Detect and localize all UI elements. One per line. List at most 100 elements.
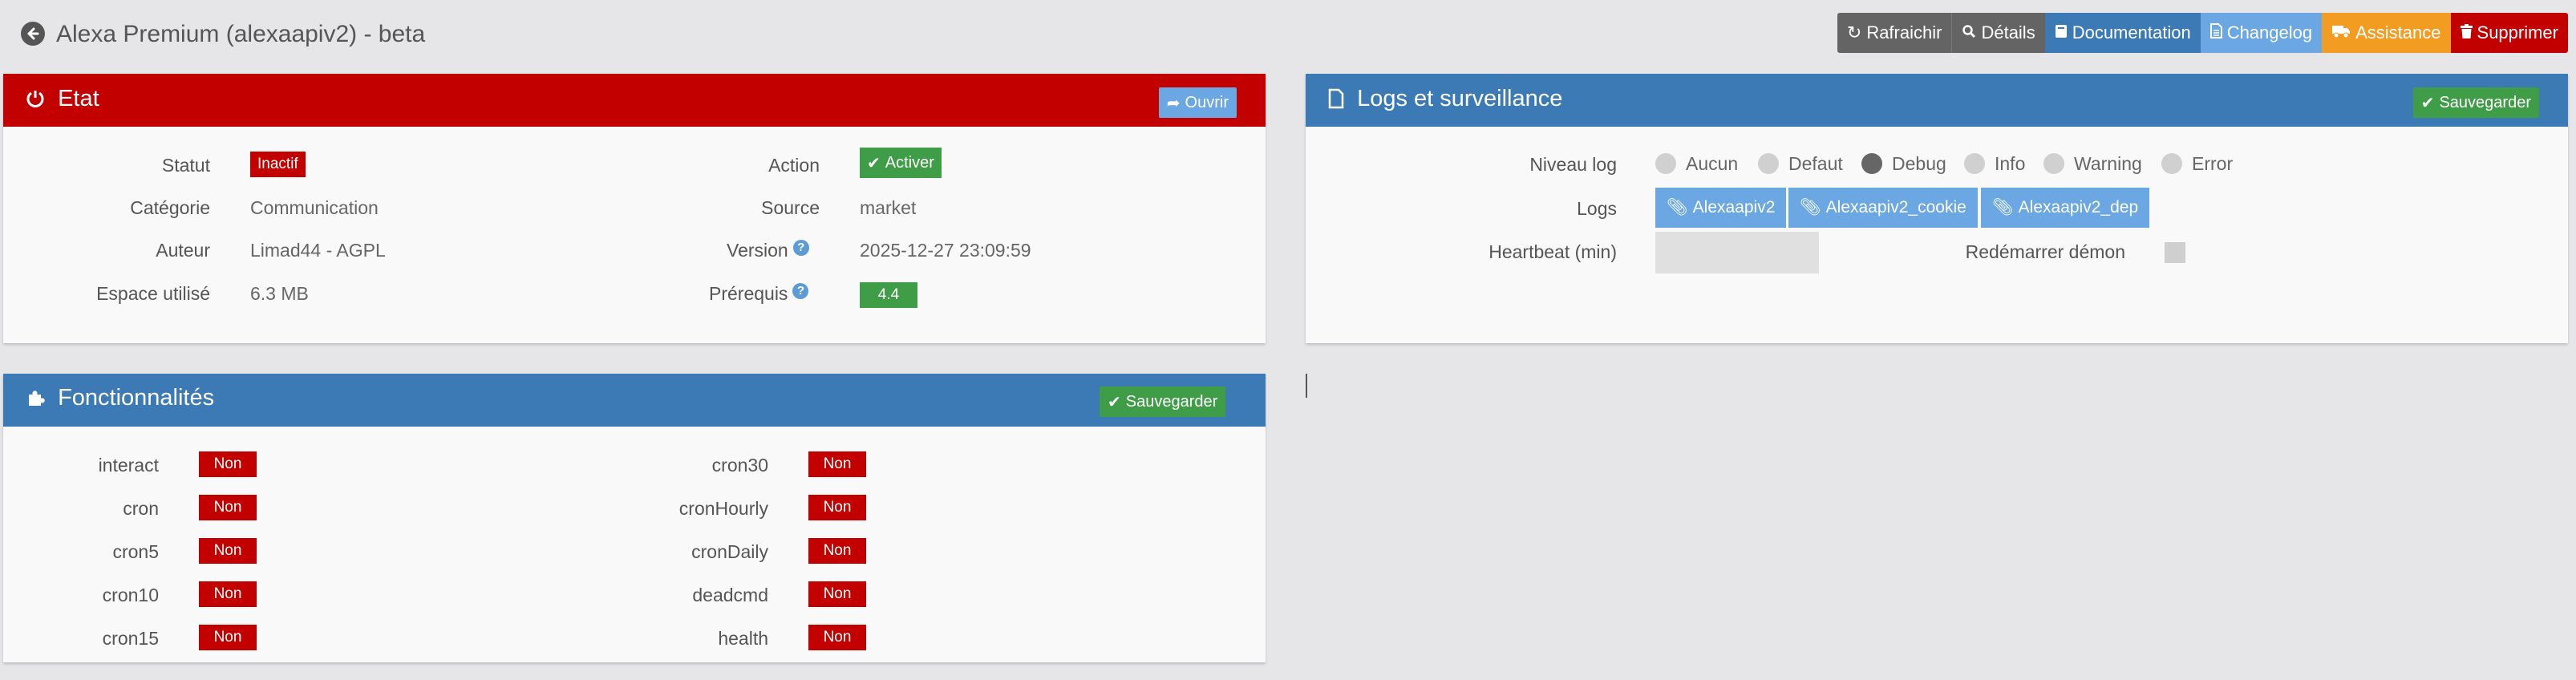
documentation-label: Documentation: [2072, 22, 2191, 42]
changelog-button[interactable]: Changelog: [2200, 13, 2323, 53]
delete-button[interactable]: Supprimer: [2450, 13, 2568, 53]
share-icon: ➦: [1166, 94, 1181, 112]
puzzle-icon: [26, 385, 51, 411]
text-cursor: [1306, 374, 1307, 398]
feature-label: cron5: [112, 541, 159, 562]
refresh-button[interactable]: ↻ Rafraichir: [1837, 13, 1952, 53]
heartbeat-input[interactable]: [1655, 232, 1819, 273]
paperclip-icon: 📎︎: [1800, 198, 1821, 217]
log-file-label: Alexaapiv2_dep: [2018, 198, 2139, 217]
radio-label: Warning: [2074, 152, 2142, 174]
fonctionnalites-title: Fonctionnalités: [26, 385, 214, 411]
assistance-button[interactable]: Assistance: [2322, 13, 2451, 53]
trash-icon: [2460, 22, 2473, 43]
feature-toggle[interactable]: Non: [808, 451, 866, 477]
radio-dot: [2161, 153, 2182, 174]
details-button[interactable]: Détails: [1951, 13, 2045, 53]
refresh-label: Rafraichir: [1866, 22, 1942, 42]
restart-daemon-label: Redémarrer démon: [1965, 241, 2125, 262]
categorie-label: Catégorie: [130, 197, 210, 218]
feature-toggle[interactable]: Non: [199, 495, 257, 520]
feature-toggle[interactable]: Non: [199, 451, 257, 477]
feature-toggle[interactable]: Non: [808, 581, 866, 607]
page-title: Alexa Premium (alexaapiv2) - beta: [56, 21, 426, 47]
auteur-value: Limad44 - AGPL: [250, 240, 386, 261]
etat-title: Etat: [26, 86, 99, 112]
log-file-label: Alexaapiv2: [1692, 198, 1776, 217]
open-button[interactable]: ➦ Ouvrir: [1158, 87, 1237, 118]
feature-label: health: [718, 628, 768, 649]
log-file-button[interactable]: 📎︎ Alexaapiv2_cookie: [1788, 188, 1978, 228]
radio-dot: [2043, 153, 2064, 174]
radio-label: Aucun: [1686, 152, 1739, 174]
feature-label: deadcmd: [692, 585, 768, 605]
fonctions-save-button[interactable]: ✔ Sauvegarder: [1100, 387, 1226, 417]
paperclip-icon: 📎︎: [1667, 198, 1688, 217]
page-header: Alexa Premium (alexaapiv2) - beta ↻ Rafr…: [0, 0, 2576, 71]
feature-toggle[interactable]: Non: [199, 625, 257, 650]
feature-label: cronHourly: [678, 498, 768, 519]
feature-label: interact: [98, 455, 159, 476]
version-label-text: Version: [727, 240, 788, 261]
radio-debug[interactable]: Debug: [1861, 151, 1946, 176]
action-label: Action: [768, 155, 820, 176]
feature-label: cronDaily: [691, 541, 768, 562]
fonctionnalites-title-label: Fonctionnalités: [58, 385, 215, 411]
power-icon: [26, 86, 51, 111]
details-label: Détails: [1981, 22, 2035, 42]
radio-aucun[interactable]: Aucun: [1655, 151, 1738, 176]
truck-icon: [2331, 22, 2351, 43]
fonctionnalites-panel-header: Fonctionnalités ✔ Sauvegarder: [3, 374, 1266, 427]
niveau-log-label: Niveau log: [1529, 154, 1617, 175]
radio-error[interactable]: Error: [2161, 151, 2233, 176]
radio-defaut[interactable]: Defaut: [1758, 151, 1843, 176]
feature-toggle[interactable]: Non: [808, 538, 866, 564]
prerequis-label: Prérequis?: [709, 283, 809, 305]
radio-label: Defaut: [1788, 152, 1843, 174]
log-file-button[interactable]: 📎︎ Alexaapiv2_dep: [1981, 188, 2150, 228]
open-label: Ouvrir: [1185, 93, 1229, 111]
statut-label: Statut: [161, 155, 210, 176]
activate-label: Activer: [885, 153, 934, 172]
statut-badge: Inactif: [250, 152, 306, 177]
auteur-label: Auteur: [156, 240, 210, 261]
feature-toggle[interactable]: Non: [199, 581, 257, 607]
espace-label: Espace utilisé: [96, 283, 210, 304]
radio-dot-selected: [1861, 153, 1882, 174]
espace-value: 6.3 MB: [250, 283, 309, 304]
feature-label: cron10: [102, 585, 159, 605]
documentation-button[interactable]: Documentation: [2044, 13, 2201, 53]
etat-panel-header: Etat ➦ Ouvrir: [3, 74, 1266, 127]
logs-title-label: Logs et surveillance: [1357, 86, 1563, 111]
changelog-label: Changelog: [2226, 22, 2313, 42]
radio-dot: [1655, 153, 1676, 174]
check-icon: ✔: [867, 154, 881, 172]
help-icon[interactable]: ?: [792, 240, 809, 256]
log-file-button[interactable]: 📎︎ Alexaapiv2: [1655, 188, 1787, 228]
radio-info[interactable]: Info: [1964, 151, 2025, 176]
assistance-label: Assistance: [2355, 22, 2441, 42]
search-icon: [1962, 22, 1976, 43]
book-icon: [2055, 22, 2068, 43]
logs-label: Logs: [1577, 198, 1617, 219]
check-circle-icon: ✔: [1108, 393, 1121, 411]
logs-title: Logs et surveillance: [1328, 86, 1562, 112]
feature-toggle[interactable]: Non: [808, 625, 866, 650]
logs-save-button[interactable]: ✔ Sauvegarder: [2412, 87, 2539, 118]
feature-toggle[interactable]: Non: [199, 538, 257, 564]
check-circle-icon: ✔: [2420, 94, 2435, 112]
radio-label: Debug: [1892, 152, 1946, 174]
categorie-value: Communication: [250, 197, 379, 218]
activate-button[interactable]: ✔ Activer: [860, 148, 942, 178]
restart-daemon-checkbox[interactable]: [2165, 242, 2185, 263]
logs-panel-header: Logs et surveillance ✔ Sauvegarder: [1306, 74, 2568, 127]
radio-warning[interactable]: Warning: [2043, 151, 2142, 176]
delete-label: Supprimer: [2477, 22, 2558, 42]
etat-title-label: Etat: [58, 86, 99, 111]
arrow-circle-left-icon[interactable]: [21, 22, 45, 46]
help-icon[interactable]: ?: [792, 283, 809, 299]
feature-toggle[interactable]: Non: [808, 495, 866, 520]
prerequis-badge: 4.4: [860, 282, 917, 308]
plugin-toolbar: ↻ Rafraichir Détails Documentation Chang…: [1837, 13, 2568, 53]
heartbeat-label: Heartbeat (min): [1488, 241, 1617, 262]
